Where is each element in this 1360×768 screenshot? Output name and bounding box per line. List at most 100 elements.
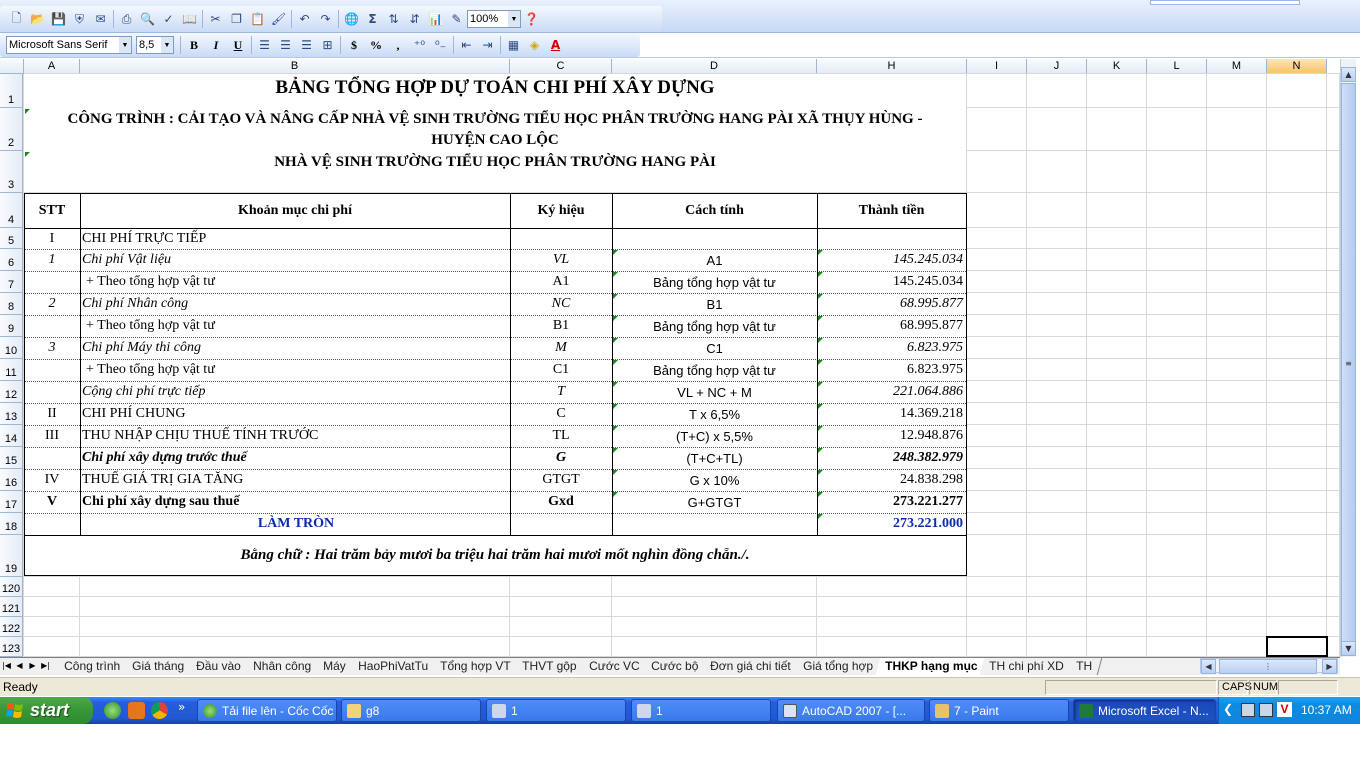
row-header[interactable]: 3	[0, 151, 23, 193]
cell-item[interactable]: THUẾ GIÁ TRỊ GIA TĂNG	[80, 469, 510, 491]
print-icon[interactable]: ⎙	[116, 9, 137, 29]
sheet-title[interactable]: BẢNG TỔNG HỢP DỰ TOÁN CHI PHÍ XÂY DỰNG	[24, 76, 966, 100]
cell-item[interactable]: Cộng chi phí trực tiếp	[80, 381, 510, 403]
prev-sheet-icon[interactable]: ◀	[13, 658, 26, 674]
column-header[interactable]: B	[80, 59, 510, 74]
cell-symbol[interactable]: B1	[510, 315, 612, 337]
cell-formula[interactable]: VL + NC + M	[612, 381, 817, 403]
font-size-select[interactable]: 8,5 ▼	[136, 36, 174, 54]
cell-formula[interactable]: T x 6,5%	[612, 403, 817, 425]
cell-amount[interactable]	[817, 228, 966, 249]
coccoc-quicklaunch-icon[interactable]	[104, 702, 121, 719]
row-header[interactable]: 11	[0, 359, 23, 381]
cell-formula[interactable]: C1	[612, 337, 817, 359]
copy-icon[interactable]: ❐	[226, 9, 247, 29]
row-header[interactable]: 6	[0, 249, 23, 271]
cell-stt[interactable]	[24, 359, 80, 381]
column-header[interactable]: C	[510, 59, 612, 74]
chrome-quicklaunch-icon[interactable]	[151, 702, 168, 719]
cell-stt[interactable]: II	[24, 403, 80, 425]
cell-formula[interactable]: A1	[612, 249, 817, 271]
table-header-stt[interactable]: STT	[24, 193, 80, 228]
first-sheet-icon[interactable]: |◀	[0, 658, 13, 674]
row-header[interactable]: 2	[0, 108, 23, 151]
sheet-tab[interactable]: TH chi phí XD	[980, 658, 1075, 675]
italic-button[interactable]: I	[205, 35, 227, 55]
cell-stt[interactable]: V	[24, 491, 80, 513]
column-header[interactable]: J	[1027, 59, 1087, 74]
row-header[interactable]: 15	[0, 447, 23, 469]
column-header[interactable]: A	[24, 59, 80, 74]
table-header-item[interactable]: Khoản mục chi phí	[80, 193, 510, 228]
table-header-amount[interactable]: Thành tiền	[817, 193, 966, 228]
align-center-icon[interactable]: ☰	[275, 35, 296, 55]
cell-item[interactable]: CHI PHÍ CHUNG	[80, 403, 510, 425]
sheet-tab[interactable]: Tổng hợp VT	[430, 658, 521, 675]
cell-item[interactable]: Chi phí Vật liệu	[80, 249, 510, 271]
network-icon[interactable]	[1241, 703, 1255, 717]
cell-amount[interactable]: 273.221.000	[817, 513, 966, 535]
cell-symbol[interactable]: M	[510, 337, 612, 359]
cell-symbol[interactable]: C1	[510, 359, 612, 381]
table-header-formula[interactable]: Cách tính	[612, 193, 817, 228]
scroll-thumb[interactable]: ≡	[1341, 83, 1356, 643]
task-folder[interactable]: g8	[341, 699, 481, 722]
cell-amount[interactable]: 6.823.975	[817, 337, 966, 359]
task-coccoc[interactable]: Tải file lên - Cốc Cốc	[197, 699, 337, 722]
cell-symbol[interactable]: TL	[510, 425, 612, 447]
sheet-tab[interactable]: Cước VC	[579, 658, 650, 675]
cell-item[interactable]: + Theo tổng hợp vật tư	[80, 315, 510, 337]
column-header[interactable]: I	[967, 59, 1027, 74]
cell-stt[interactable]: III	[24, 425, 80, 447]
cell-item[interactable]: Chi phí xây dựng trước thuế	[80, 447, 510, 469]
select-all-corner[interactable]	[0, 59, 24, 74]
cell-symbol[interactable]: A1	[510, 271, 612, 293]
cut-icon[interactable]: ✂	[205, 9, 226, 29]
print-preview-icon[interactable]: 🔍	[137, 9, 158, 29]
active-cell[interactable]	[1266, 636, 1328, 657]
cell-item[interactable]: + Theo tổng hợp vật tư	[80, 271, 510, 293]
column-header[interactable]: H	[817, 59, 967, 74]
merge-center-icon[interactable]: ⊞	[317, 35, 338, 55]
task-window-2[interactable]: 1	[631, 699, 771, 722]
cell-amount[interactable]: 68.995.877	[817, 315, 966, 337]
table-header-symbol[interactable]: Ký hiệu	[510, 193, 612, 228]
task-autocad[interactable]: AutoCAD 2007 - [...	[777, 699, 925, 722]
cell-symbol[interactable]: NC	[510, 293, 612, 315]
cell-symbol[interactable]: GTGT	[510, 469, 612, 491]
cell-item[interactable]: + Theo tổng hợp vật tư	[80, 359, 510, 381]
row-header[interactable]: 17	[0, 491, 23, 513]
sheet-tab[interactable]: Nhân công	[243, 658, 322, 675]
research-icon[interactable]: 📖	[179, 9, 200, 29]
align-left-icon[interactable]: ☰	[254, 35, 275, 55]
cell-amount[interactable]: 248.382.979	[817, 447, 966, 469]
row-header[interactable]: 16	[0, 469, 23, 491]
cell-stt[interactable]	[24, 381, 80, 403]
amount-in-words[interactable]: Bằng chữ : Hai trăm bảy mươi ba triệu ha…	[24, 536, 966, 574]
column-header-selected[interactable]: N	[1267, 59, 1327, 74]
chart-wizard-icon[interactable]: 📊	[425, 9, 446, 29]
save-icon[interactable]: 💾	[48, 9, 69, 29]
font-color-icon[interactable]: A	[545, 35, 566, 55]
row-header[interactable]: 8	[0, 293, 23, 315]
cell-amount[interactable]: 68.995.877	[817, 293, 966, 315]
cell-amount[interactable]: 14.369.218	[817, 403, 966, 425]
cell-item[interactable]: CHI PHÍ TRỰC TIẾP	[80, 228, 510, 249]
sheet-tab[interactable]: Giá tổng hợp	[793, 658, 884, 675]
sheet-tab[interactable]: Đầu vào	[186, 658, 252, 675]
row-header[interactable]: 7	[0, 271, 23, 293]
sort-desc-icon[interactable]: ⇵	[404, 9, 425, 29]
cell-formula[interactable]: (T+C+TL)	[612, 447, 817, 469]
cell-formula[interactable]: Bảng tổng hợp vật tư	[612, 271, 817, 293]
row-header[interactable]: 121	[0, 597, 23, 617]
row-header[interactable]: 122	[0, 617, 23, 637]
row-header[interactable]: 10	[0, 337, 23, 359]
row-header[interactable]: 13	[0, 403, 23, 425]
last-sheet-icon[interactable]: ▶|	[39, 658, 52, 674]
drawing-icon[interactable]: ✎	[446, 9, 467, 29]
cell-item[interactable]: THU NHẬP CHỊU THUẾ TÍNH TRƯỚC	[80, 425, 510, 447]
cell-symbol[interactable]: T	[510, 381, 612, 403]
cell-symbol[interactable]: Gxd	[510, 491, 612, 513]
cell-item[interactable]: Chi phí Máy thi công	[80, 337, 510, 359]
row-header[interactable]: 4	[0, 193, 23, 228]
